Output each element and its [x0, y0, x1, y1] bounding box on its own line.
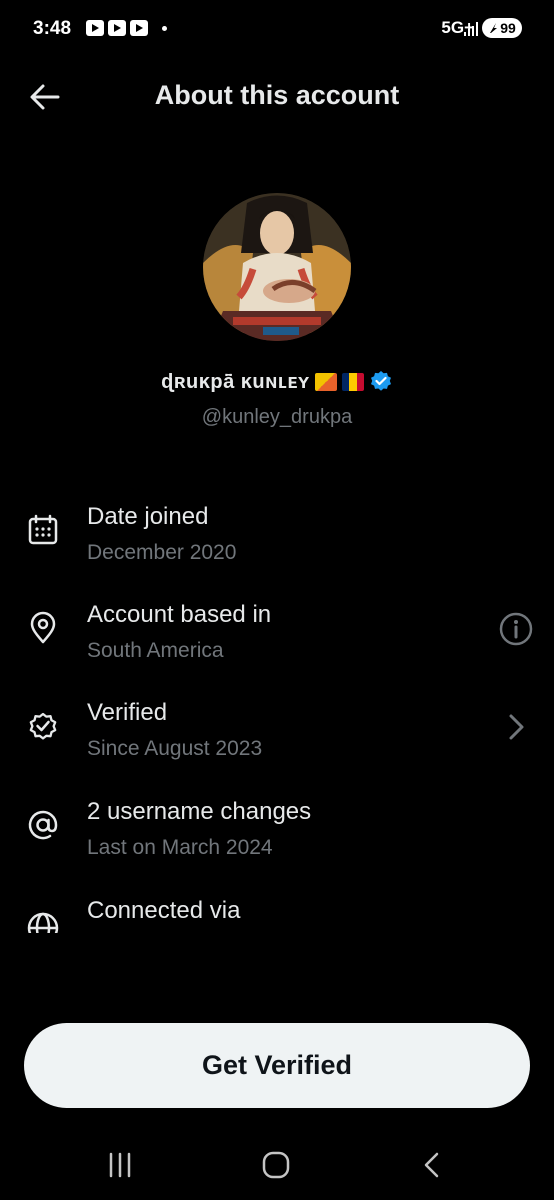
row-subtitle: Since August 2023 — [87, 737, 263, 760]
youtube-notification-icon — [86, 20, 104, 36]
home-icon[interactable] — [256, 1148, 296, 1182]
avatar[interactable] — [203, 193, 351, 341]
bhutan-flag-icon — [314, 373, 337, 391]
more-notifications-dot-icon — [162, 25, 167, 31]
chevron-right-icon[interactable] — [498, 709, 534, 745]
signal-strength-icon — [464, 22, 478, 36]
youtube-notification-icon — [130, 20, 148, 36]
row-title: Account based in — [87, 601, 272, 628]
display-name: ɖʀuĸpā̈ ĸuɴʟᴇʏ — [161, 370, 310, 393]
row-subtitle: December 2020 — [87, 541, 237, 564]
page-title: About this account — [154, 80, 400, 110]
info-row-connected-via: Connected via — [0, 897, 554, 933]
info-row-date-joined: Date joined December 2020 — [0, 503, 554, 583]
verified-check-icon — [29, 712, 57, 740]
system-navigation-bar — [0, 1130, 554, 1200]
row-title: Date joined — [87, 503, 209, 530]
info-icon[interactable] — [498, 611, 534, 647]
back-icon[interactable] — [412, 1148, 452, 1182]
row-title: Connected via — [87, 897, 241, 924]
calendar-icon — [28, 514, 58, 545]
display-name-row: ɖʀuĸpā̈ ĸuɴʟᴇʏ — [0, 370, 554, 394]
status-bar: 3:48 5G+ 99 — [0, 0, 554, 56]
location-pin-icon — [30, 611, 56, 644]
get-verified-button[interactable]: Get Verified — [24, 1023, 530, 1108]
info-row-verified[interactable]: Verified Since August 2023 — [0, 699, 554, 779]
row-title: 2 username changes — [87, 798, 312, 825]
notification-icons — [86, 20, 167, 36]
profile-handle: @kunley_drukpa — [201, 406, 353, 428]
youtube-notification-icon — [108, 20, 126, 36]
chad-flag-icon — [341, 373, 364, 391]
row-subtitle: Last on March 2024 — [87, 836, 273, 859]
battery-leaf-icon — [490, 23, 498, 33]
row-title: Verified — [87, 699, 168, 726]
row-subtitle: South America — [87, 639, 224, 662]
verified-badge-icon — [370, 371, 391, 391]
recents-icon[interactable] — [100, 1148, 140, 1182]
info-row-username-changes: 2 username changes Last on March 2024 — [0, 798, 554, 878]
info-row-account-based-in: Account based in South America — [0, 601, 554, 681]
globe-icon — [27, 912, 59, 933]
battery-level: 99 — [500, 20, 516, 36]
status-time: 3:48 — [33, 18, 72, 39]
top-bar: About this account — [0, 70, 554, 126]
at-sign-icon — [28, 810, 58, 840]
battery-indicator: 99 — [482, 18, 522, 38]
